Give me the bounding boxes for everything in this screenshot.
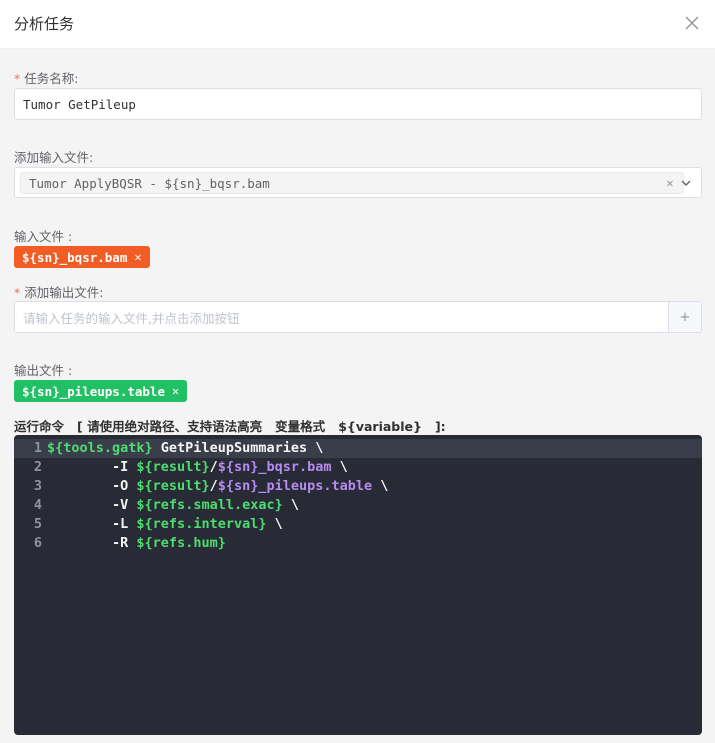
code-token: ${refs.interval} <box>136 516 267 532</box>
code-token: -O <box>112 478 137 494</box>
code-token: / <box>209 459 218 475</box>
code-line[interactable]: 4 -V ${refs.small.exac} \ <box>14 496 702 515</box>
selected-input-tag: Tumor ApplyBQSR - ${sn}_bqsr.bam ✕ <box>20 172 684 194</box>
code-text: -V ${refs.small.exac} \ <box>47 496 299 515</box>
code-token: \ <box>266 516 283 532</box>
dialog-title: 分析任务 <box>14 15 75 33</box>
add-output-label: * 添加输出文件: <box>14 285 104 300</box>
dialog-header: 分析任务 <box>0 0 715 49</box>
code-token: -R <box>112 535 137 551</box>
output-files-label: 输出文件 : <box>14 363 73 378</box>
chevron-down-icon[interactable] <box>680 177 692 189</box>
line-number: 5 <box>33 516 42 532</box>
chip-close-icon[interactable]: ✕ <box>134 250 141 264</box>
output-file-placeholder: 请输入任务的输入文件,并点击添加按钮 <box>23 310 240 326</box>
line-number: 4 <box>33 497 42 513</box>
command-editor[interactable]: 1 ${tools.gatk} GetPileupSummaries \ 2 -I … <box>14 435 702 735</box>
input-file-chip: ${sn}_bqsr.bam ✕ <box>14 246 150 268</box>
task-name-label: * 任务名称: <box>14 71 79 86</box>
code-line[interactable]: 6 -R ${refs.hum} <box>14 534 702 553</box>
line-number: 3 <box>33 478 42 494</box>
code-token: ${result} <box>136 459 210 475</box>
line-number: 2 <box>33 459 42 475</box>
chip-close-icon[interactable]: ✕ <box>172 384 179 398</box>
add-output-button[interactable]: + <box>668 302 701 332</box>
code-token: GetPileupSummaries \ <box>152 440 324 456</box>
code-token: ${refs.small.exac} <box>136 497 283 513</box>
code-text: -L ${refs.interval} \ <box>47 515 283 534</box>
output-file-input[interactable]: 请输入任务的输入文件,并点击添加按钮 + <box>14 301 702 333</box>
code-line[interactable]: 1 ${tools.gatk} GetPileupSummaries \ <box>14 439 702 458</box>
code-text: -R ${refs.hum} <box>47 534 226 553</box>
code-token: ${sn}_pileups.table <box>217 478 373 494</box>
code-text: -I ${result}/${sn}_bqsr.bam \ <box>47 458 348 477</box>
line-number: 6 <box>33 535 42 551</box>
code-text: ${tools.gatk} GetPileupSummaries \ <box>47 439 323 458</box>
code-token: / <box>209 478 218 494</box>
code-token: \ <box>372 478 389 494</box>
input-file-select[interactable]: Tumor ApplyBQSR - ${sn}_bqsr.bam ✕ <box>14 167 702 198</box>
code-token: ${refs.hum} <box>136 535 226 551</box>
close-icon[interactable] <box>683 14 701 32</box>
code-token: ${sn}_bqsr.bam <box>217 459 332 475</box>
code-token: \ <box>331 459 348 475</box>
code-line[interactable]: 3 -O ${result}/${sn}_pileups.table \ <box>14 477 702 496</box>
tag-remove-icon[interactable]: ✕ <box>663 176 677 190</box>
code-token: ${tools.gatk} <box>47 440 153 456</box>
code-token: ${result} <box>136 478 210 494</box>
output-file-chip: ${sn}_pileups.table ✕ <box>14 380 188 402</box>
code-line[interactable]: 2 -I ${result}/${sn}_bqsr.bam \ <box>14 458 702 477</box>
code-text: -O ${result}/${sn}_pileups.table \ <box>47 477 388 496</box>
command-label: 运行命令 [ 请使用绝对路径、支持语法高亮 变量格式 ${variable} ]… <box>14 419 446 434</box>
task-name-input[interactable]: Tumor GetPileup <box>14 88 702 120</box>
code-token: -L <box>112 516 137 532</box>
code-token: \ <box>282 497 299 513</box>
code-line[interactable]: 5 -L ${refs.interval} \ <box>14 515 702 534</box>
line-number: 1 <box>33 440 42 456</box>
input-files-label: 输入文件 : <box>14 229 73 244</box>
code-token: -I <box>112 459 137 475</box>
add-input-label: 添加输入文件: <box>14 150 94 165</box>
plus-icon: + <box>679 309 691 325</box>
code-token: -V <box>112 497 137 513</box>
